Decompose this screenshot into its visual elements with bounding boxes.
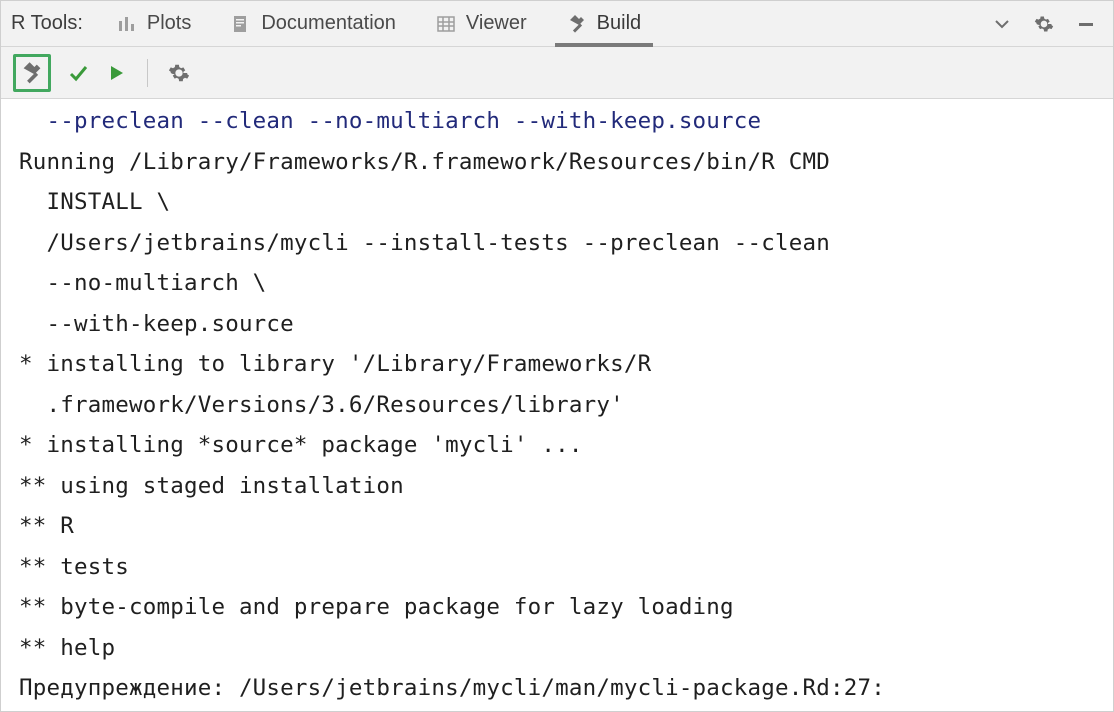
table-icon [436, 14, 456, 34]
toolbar-divider [147, 59, 148, 87]
panel-title: R Tools: [11, 12, 97, 35]
console-line: .framework/Versions/3.6/Resources/librar… [19, 385, 1097, 426]
console-line: --no-multiarch \ [19, 263, 1097, 304]
tab-documentation[interactable]: Documentation [211, 1, 416, 46]
tab-label: Plots [147, 12, 191, 35]
bar-chart-icon [117, 14, 137, 34]
console-line: ** tests [19, 547, 1097, 588]
tabbar: R Tools: Plots Documentation [1, 1, 1113, 47]
tab-label: Build [597, 12, 641, 35]
tab-label: Documentation [261, 12, 396, 35]
document-icon [231, 14, 251, 34]
tabbar-right [991, 13, 1107, 35]
gear-icon[interactable] [1033, 13, 1055, 35]
check-button[interactable] [67, 62, 89, 84]
console-line: ** R [19, 506, 1097, 547]
tab-build[interactable]: Build [547, 1, 661, 46]
build-console[interactable]: --preclean --clean --no-multiarch --with… [1, 99, 1113, 711]
console-line: * installing to library '/Library/Framew… [19, 344, 1097, 385]
build-toolbar [1, 47, 1113, 99]
tab-label: Viewer [466, 12, 527, 35]
console-line: --preclean --clean --no-multiarch --with… [19, 101, 1097, 142]
hammer-icon [567, 14, 587, 34]
console-line: Предупреждение: /Users/jetbrains/mycli/m… [19, 668, 1097, 709]
tab-plots[interactable]: Plots [97, 1, 211, 46]
chevron-down-icon[interactable] [991, 13, 1013, 35]
run-button[interactable] [105, 62, 127, 84]
console-line: * installing *source* package 'mycli' ..… [19, 425, 1097, 466]
console-line: /Users/jetbrains/mycli --install-tests -… [19, 223, 1097, 264]
console-line: INSTALL \ [19, 182, 1097, 223]
console-line: ** using staged installation [19, 466, 1097, 507]
console-line: Running /Library/Frameworks/R.framework/… [19, 142, 1097, 183]
tab-viewer[interactable]: Viewer [416, 1, 547, 46]
console-line: ** byte-compile and prepare package for … [19, 587, 1097, 628]
console-line: ** help [19, 628, 1097, 669]
install-package-button[interactable] [13, 54, 51, 92]
minimize-icon[interactable] [1075, 13, 1097, 35]
settings-button[interactable] [168, 62, 190, 84]
console-line: --with-keep.source [19, 304, 1097, 345]
